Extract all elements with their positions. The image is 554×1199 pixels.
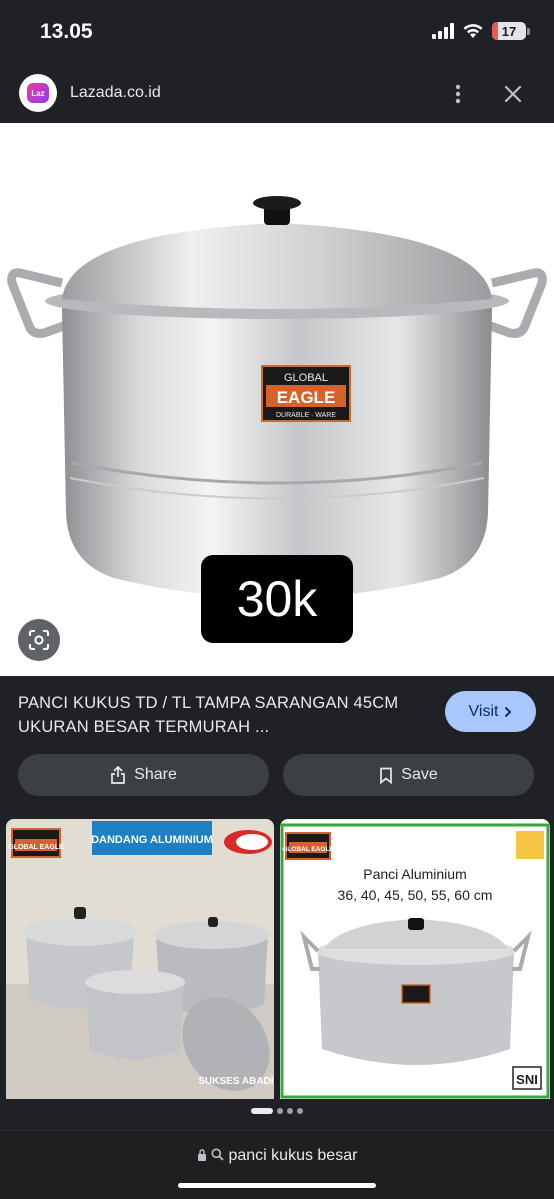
lock-icon xyxy=(197,1148,207,1166)
related-1-watermark: SUKSES ABADI xyxy=(198,1076,273,1087)
pager-dot[interactable] xyxy=(277,1108,283,1114)
pot-label-eagle: EAGLE xyxy=(277,388,336,407)
price-badge: 30k xyxy=(201,555,353,643)
battery-icon: 17 xyxy=(492,22,526,40)
pot-label-global: GLOBAL xyxy=(284,372,328,384)
related-image-2-picture: GLOBAL EAGLE Panci Aluminium 36, 40, 45,… xyxy=(280,823,550,1099)
status-icons: 17 xyxy=(432,22,530,40)
pager-dot[interactable] xyxy=(297,1108,303,1114)
carousel-pager[interactable] xyxy=(0,1108,554,1114)
more-vertical-icon xyxy=(455,84,461,104)
product-info: PANCI KUKUS TD / TL TAMPA SARANGAN 45CM … xyxy=(0,676,554,754)
visit-button-label: Visit xyxy=(468,702,499,720)
save-label: Save xyxy=(401,766,438,783)
status-time: 13.05 xyxy=(40,20,93,43)
battery-indicator: 17 xyxy=(492,22,530,40)
related-1-banner: DANDANG ALUMINIUM xyxy=(91,834,213,846)
cellular-signal-icon xyxy=(432,23,454,39)
url-display[interactable]: panci kukus besar xyxy=(0,1147,554,1166)
close-button[interactable] xyxy=(500,80,526,108)
lens-icon xyxy=(29,630,49,650)
related-1-brand: GLOBAL EAGLE xyxy=(8,844,64,851)
share-icon xyxy=(111,766,125,784)
product-title[interactable]: PANCI KUKUS TD / TL TAMPA SARANGAN 45CM … xyxy=(18,691,418,739)
home-indicator[interactable] xyxy=(178,1183,376,1188)
related-2-caption-line2: 36, 40, 45, 50, 55, 60 cm xyxy=(338,887,493,903)
search-icon xyxy=(211,1148,224,1166)
search-query: panci kukus besar xyxy=(228,1147,358,1164)
more-options-button[interactable] xyxy=(448,80,468,108)
status-bar: 13.05 17 xyxy=(0,0,554,66)
related-image-1-picture: DANDANG ALUMINIUM GLOBAL EAGLE SUKSES AB… xyxy=(6,819,274,1099)
pager-dot[interactable] xyxy=(287,1108,293,1114)
chevron-right-icon xyxy=(505,706,512,717)
site-name[interactable]: Lazada.co.id xyxy=(70,84,161,102)
related-2-mark: SNI xyxy=(516,1072,538,1087)
related-image-2[interactable]: GLOBAL EAGLE Panci Aluminium 36, 40, 45,… xyxy=(280,819,550,1099)
battery-level-fill xyxy=(492,22,498,40)
wifi-icon xyxy=(463,24,483,38)
battery-level: 17 xyxy=(501,23,517,39)
pot-label-durable: DURABLE · WARE xyxy=(276,412,336,419)
site-header: Laz Lazada.co.id xyxy=(0,66,554,122)
bookmark-icon xyxy=(380,767,393,784)
pager-dot[interactable] xyxy=(251,1108,273,1114)
related-2-caption-line1: Panci Aluminium xyxy=(363,866,467,882)
related-2-brand: GLOBAL EAGLE xyxy=(282,846,334,853)
related-image-1[interactable]: DANDANG ALUMINIUM GLOBAL EAGLE SUKSES AB… xyxy=(6,819,274,1099)
lazada-logo-icon: Laz xyxy=(27,83,49,103)
share-button[interactable]: Share xyxy=(18,754,269,796)
site-logo[interactable]: Laz xyxy=(19,74,57,112)
close-icon xyxy=(504,85,522,103)
lens-search-button[interactable] xyxy=(18,619,60,661)
visit-button[interactable]: Visit xyxy=(445,691,536,732)
share-label: Share xyxy=(134,766,177,783)
product-image[interactable]: GLOBAL EAGLE DURABLE · WARE 30k xyxy=(0,123,554,676)
address-bar[interactable]: panci kukus besar xyxy=(0,1130,554,1199)
save-button[interactable]: Save xyxy=(283,754,534,796)
battery-tip xyxy=(527,27,530,35)
